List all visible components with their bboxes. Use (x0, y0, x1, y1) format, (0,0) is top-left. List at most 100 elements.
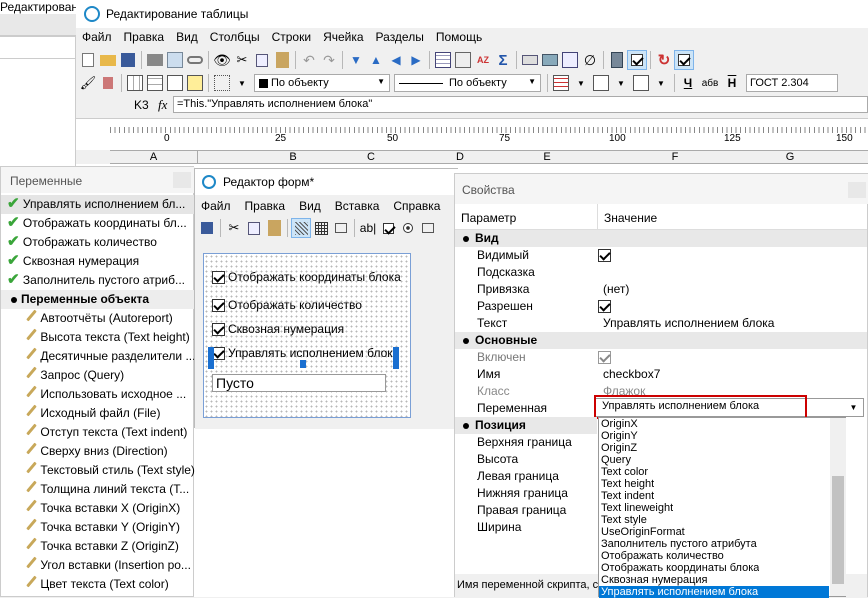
list-item[interactable]: ✔ Отображать количество (1, 233, 195, 252)
list-item[interactable]: Десятичные разделители ... (25, 347, 195, 366)
checkbox-manage-execution[interactable]: Управлять исполнением блока (212, 346, 399, 360)
arrow-up-icon[interactable]: ▲ (366, 50, 386, 70)
eraser-icon[interactable] (98, 73, 118, 93)
checkbox-show-coords[interactable]: Отображать координаты блока (212, 270, 401, 284)
prop-enabled[interactable]: Разрешен (455, 298, 867, 315)
column-a[interactable]: A (110, 151, 198, 163)
column-g[interactable]: G (745, 151, 835, 163)
list-item[interactable]: Использовать исходное ... (25, 385, 186, 404)
list-item[interactable]: Точка вставки X (OriginX) (25, 499, 180, 518)
menu-cell[interactable]: Ячейка (317, 29, 369, 47)
prop-right[interactable]: Правая граница (477, 502, 566, 519)
arrow-right-icon[interactable]: ▶ (406, 50, 426, 70)
menu-sections[interactable]: Разделы (370, 29, 430, 47)
layers-icon[interactable] (331, 218, 351, 238)
list-item[interactable]: Сверху вниз (Direction) (25, 442, 167, 461)
menu-view[interactable]: Вид (170, 29, 204, 47)
menu-rows[interactable]: Строки (266, 29, 317, 47)
section-position[interactable]: Позиция (455, 417, 597, 434)
prop-hint[interactable]: Подсказка (455, 264, 867, 281)
section-basic[interactable]: Основные (455, 332, 867, 349)
enabled-checkbox[interactable] (598, 300, 611, 313)
align-options-icon[interactable]: ▼ (571, 73, 591, 93)
sum-icon[interactable]: Σ (493, 50, 513, 70)
prop-top[interactable]: Верхняя граница (477, 434, 572, 451)
keyboard-icon[interactable] (520, 50, 540, 70)
redo-icon[interactable]: ↷ (319, 50, 339, 70)
arrow-down-icon[interactable]: ▼ (346, 50, 366, 70)
cut-icon[interactable]: ✂ (224, 218, 244, 238)
close-icon[interactable] (848, 182, 866, 198)
list-item[interactable]: Отступ текста (Text indent) (25, 423, 187, 442)
print-icon[interactable] (145, 50, 165, 70)
copy-icon[interactable] (252, 50, 272, 70)
list-item[interactable]: Цвет текста (Text color) (25, 575, 168, 594)
menu-columns[interactable]: Столбцы (204, 29, 266, 47)
column-f[interactable]: F (630, 151, 720, 163)
paste-icon[interactable] (272, 50, 292, 70)
valign-icon[interactable] (591, 73, 611, 93)
close-icon[interactable] (173, 172, 191, 188)
list-item[interactable]: Точка вставки Y (OriginY) (25, 518, 180, 537)
eye-icon[interactable]: 👁 (212, 50, 232, 70)
border-left-icon[interactable] (125, 73, 145, 93)
form-icon[interactable] (197, 218, 217, 238)
preview-icon[interactable] (165, 50, 185, 70)
align-icon[interactable] (551, 73, 571, 93)
form-menu-file[interactable]: Файл (195, 198, 238, 216)
chevron-down-icon[interactable]: ▼ (845, 400, 862, 415)
grid-icon[interactable] (560, 50, 580, 70)
list-item[interactable]: ✔ Сквозная нумерация (1, 252, 195, 271)
dropdown-option[interactable]: OriginZ (601, 442, 637, 454)
dropdown-option[interactable]: UseOriginFormat (601, 526, 685, 538)
checkbox-numbering[interactable]: Сквозная нумерация (212, 322, 344, 336)
list-item[interactable]: ✔ Управлять исполнением бл... (1, 195, 195, 214)
list-item[interactable]: Высота текста (Text height) (25, 328, 189, 347)
dropdown-option[interactable]: Text lineweight (601, 502, 673, 514)
dropdown-option[interactable]: Отображать координаты блока (601, 562, 759, 574)
dropdown-option[interactable]: Заполнитель пустого атрибута (601, 538, 757, 550)
prop-visible[interactable]: Видимый (455, 247, 867, 264)
border-all-icon[interactable] (165, 73, 185, 93)
prop-text[interactable]: Текст Управлять исполнением блока (455, 315, 867, 332)
list-item[interactable]: Толщина линий текста (Т... (25, 480, 189, 499)
dropdown-option[interactable]: Text indent (601, 490, 654, 502)
list-item[interactable]: Текстовый стиль (Text style) (25, 461, 195, 480)
line-select[interactable]: По объекту ▼ (394, 74, 541, 92)
calculator-icon[interactable] (607, 50, 627, 70)
label-tool-icon[interactable]: ab| (358, 218, 378, 238)
dropdown-scrollbar[interactable] (830, 418, 846, 596)
dropdown-option[interactable]: Text style (601, 514, 647, 526)
refresh-icon[interactable]: ↻ (654, 50, 674, 70)
prop-bottom[interactable]: Нижняя граница (477, 485, 568, 502)
visible-checkbox[interactable] (598, 249, 611, 262)
dropdown-option[interactable]: Query (601, 454, 631, 466)
dropdown-option-selected[interactable]: Управлять исполнением блока (599, 586, 829, 598)
menu-edit[interactable]: Правка (118, 29, 171, 47)
overline-button[interactable]: Н (722, 73, 742, 93)
dropdown-option[interactable]: OriginX (601, 418, 638, 430)
edit-cell-icon[interactable] (185, 73, 205, 93)
underline-button[interactable]: Ч (678, 73, 698, 93)
undo-icon[interactable]: ↶ (299, 50, 319, 70)
save-icon[interactable] (118, 50, 138, 70)
included-checkbox[interactable] (598, 351, 611, 364)
fill-select[interactable]: По объекту ▼ (254, 74, 390, 92)
abc-button[interactable]: абв (698, 73, 722, 93)
form-menu-view[interactable]: Вид (292, 198, 328, 216)
checkbox-show-count[interactable]: Отображать количество (212, 298, 362, 312)
brush-icon[interactable]: 🖌 (78, 73, 98, 93)
list-item[interactable]: Автоотчёты (Autoreport) (25, 309, 172, 328)
paste-icon[interactable] (264, 218, 284, 238)
check-mode-icon[interactable] (674, 50, 694, 70)
copy-icon[interactable] (244, 218, 264, 238)
form-menu-insert[interactable]: Вставка (328, 198, 387, 216)
border-inner-icon[interactable] (145, 73, 165, 93)
valign-options-icon[interactable]: ▼ (611, 73, 631, 93)
text-field[interactable]: Пусто (212, 374, 386, 392)
dropdown-icon[interactable]: ▼ (232, 73, 252, 93)
font-standard-select[interactable]: ГОСТ 2.304 (746, 74, 838, 92)
input-tool-icon[interactable] (418, 218, 438, 238)
list-item[interactable]: Точка вставки Z (OriginZ) (25, 537, 179, 556)
snap-grid-icon[interactable] (311, 218, 331, 238)
